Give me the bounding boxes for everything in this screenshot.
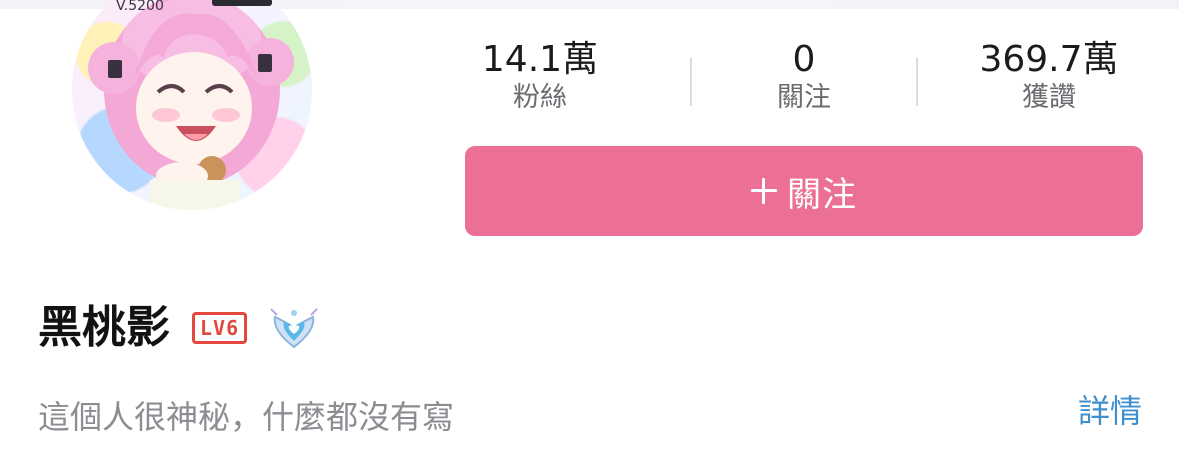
bio-text: 這個人很神秘，什麼都沒有寫 [38,398,455,436]
stat-followers-label: 粉絲 [513,82,567,113]
stat-followers-value: 14.1萬 [481,39,599,80]
stat-followers[interactable]: 14.1萬 粉絲 [465,38,615,116]
stats-divider [916,58,918,106]
stat-following-label: 關注 [777,82,831,113]
stat-likes-label: 獲讚 [1022,82,1076,113]
plus-icon [751,178,777,204]
stats-bar: 14.1萬 粉絲 0 關注 369.7萬 獲讚 [465,38,1143,128]
name-row: 黑桃影 LV6 [38,296,319,360]
follow-button[interactable]: 關注 [465,146,1143,236]
follow-button-label: 關注 [787,174,857,215]
stat-likes-value: 369.7萬 [979,39,1119,80]
stat-following[interactable]: 0 關注 [694,38,914,116]
stats-divider [690,58,692,106]
stat-following-value: 0 [792,39,816,80]
username: 黑桃影 [38,302,170,353]
wing-heart-medal-icon[interactable] [269,303,319,353]
avatar[interactable]: V.5200 [72,0,312,210]
level-badge: LV6 [192,312,248,344]
avatar-illustration: V.5200 [88,0,294,210]
details-link[interactable]: 詳情 [1078,387,1142,435]
stat-likes[interactable]: 369.7萬 獲讚 [955,38,1143,116]
avatar-signature: V.5200 [116,0,164,14]
